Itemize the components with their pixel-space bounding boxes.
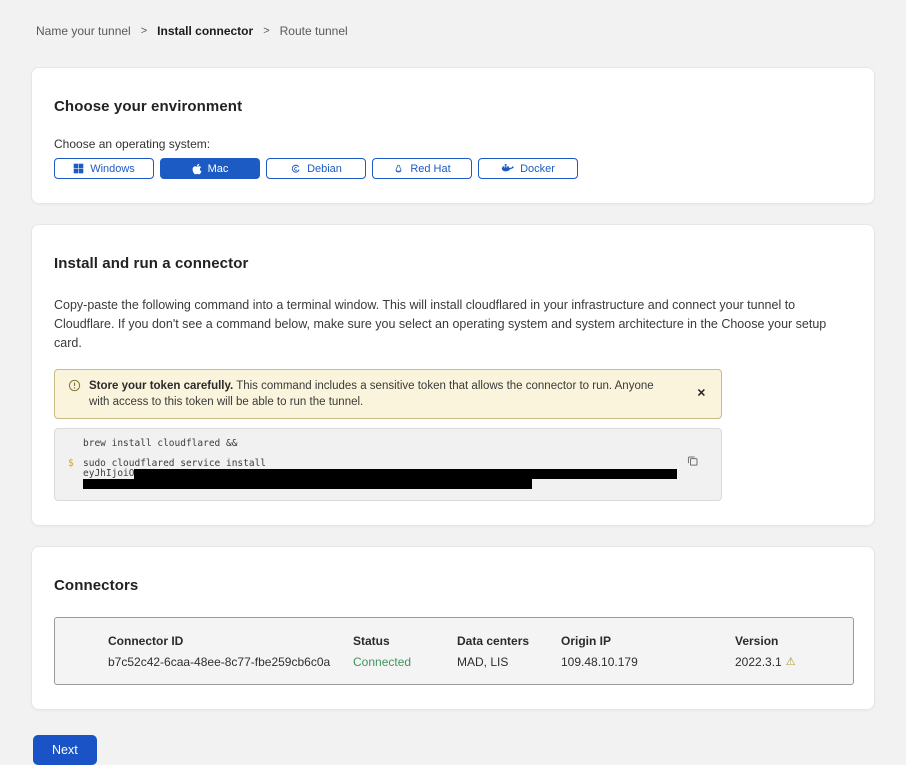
- status-badge: Connected: [353, 655, 457, 669]
- breadcrumb-route-tunnel[interactable]: Route tunnel: [280, 24, 348, 38]
- install-connector-card: Install and run a connector Copy-paste t…: [31, 224, 875, 526]
- install-description: Copy-paste the following command into a …: [54, 296, 850, 353]
- os-button-label: Red Hat: [410, 163, 450, 175]
- debian-icon: [290, 163, 301, 174]
- connectors-table: Connector ID Status Data centers Origin …: [54, 617, 854, 685]
- choose-environment-card: Choose your environment Choose an operat…: [31, 67, 875, 204]
- token-warning-title: Store your token carefully.: [89, 380, 233, 392]
- shell-prompt: $: [68, 459, 74, 469]
- col-version: Version: [735, 634, 833, 648]
- install-command-code-block: $ brew install cloudflared && sudo cloud…: [54, 428, 722, 501]
- connectors-card: Connectors Connector ID Status Data cent…: [31, 546, 875, 710]
- token-warning-banner: Store your token carefully. This command…: [54, 369, 722, 419]
- col-status: Status: [353, 634, 457, 648]
- install-connector-title: Install and run a connector: [54, 255, 852, 272]
- token-warning-text: Store your token carefully. This command…: [89, 378, 677, 410]
- os-button-label: Docker: [520, 163, 555, 175]
- version-value: 2022.3.1 ⚠: [735, 655, 833, 669]
- os-button-label: Windows: [90, 163, 135, 175]
- os-button-redhat[interactable]: Red Hat: [372, 158, 472, 179]
- connector-id-value: b7c52c42-6caa-48ee-8c77-fbe259cb6c0a: [108, 655, 353, 669]
- connectors-title: Connectors: [54, 577, 852, 594]
- breadcrumb-separator: >: [263, 25, 269, 37]
- choose-environment-title: Choose your environment: [54, 98, 852, 115]
- os-button-mac[interactable]: Mac: [160, 158, 260, 179]
- os-select-label: Choose an operating system:: [54, 137, 852, 151]
- os-button-windows[interactable]: Windows: [54, 158, 154, 179]
- breadcrumb-separator: >: [141, 25, 147, 37]
- breadcrumb-install-connector[interactable]: Install connector: [157, 24, 253, 38]
- version-warning-icon[interactable]: ⚠: [786, 657, 796, 668]
- data-centers-value: MAD, LIS: [457, 655, 561, 669]
- alert-circle-icon: [68, 379, 81, 397]
- os-button-label: Debian: [307, 163, 342, 175]
- os-button-row: Windows Mac Debian Red Hat Docker: [54, 158, 852, 179]
- code-line-token: eyJhIjoiO: [83, 469, 721, 479]
- close-icon[interactable]: ✕: [695, 387, 708, 402]
- col-connector-id: Connector ID: [108, 634, 353, 648]
- docker-icon: [501, 163, 514, 174]
- apple-icon: [192, 163, 202, 175]
- token-redaction-bar: [83, 479, 532, 489]
- os-button-label: Mac: [208, 163, 229, 175]
- windows-icon: [73, 163, 84, 174]
- breadcrumb: Name your tunnel > Install connector > R…: [0, 0, 906, 38]
- code-line-token-2: [83, 479, 721, 489]
- connectors-table-header: Connector ID Status Data centers Origin …: [108, 634, 833, 648]
- version-number: 2022.3.1: [735, 655, 782, 669]
- col-origin-ip: Origin IP: [561, 634, 735, 648]
- redhat-icon: [393, 163, 404, 175]
- copy-icon[interactable]: [686, 455, 699, 468]
- code-line-service-install: sudo cloudflared service install: [83, 459, 721, 469]
- origin-ip-value: 109.48.10.179: [561, 655, 735, 669]
- token-prefix: eyJhIjoiO: [83, 468, 134, 479]
- col-data-centers: Data centers: [457, 634, 561, 648]
- code-line-brew: brew install cloudflared &&: [83, 439, 721, 449]
- os-button-debian[interactable]: Debian: [266, 158, 366, 179]
- token-redaction-bar: [134, 469, 677, 479]
- breadcrumb-name-your-tunnel[interactable]: Name your tunnel: [36, 24, 131, 38]
- table-row: b7c52c42-6caa-48ee-8c77-fbe259cb6c0a Con…: [108, 655, 833, 669]
- os-button-docker[interactable]: Docker: [478, 158, 578, 179]
